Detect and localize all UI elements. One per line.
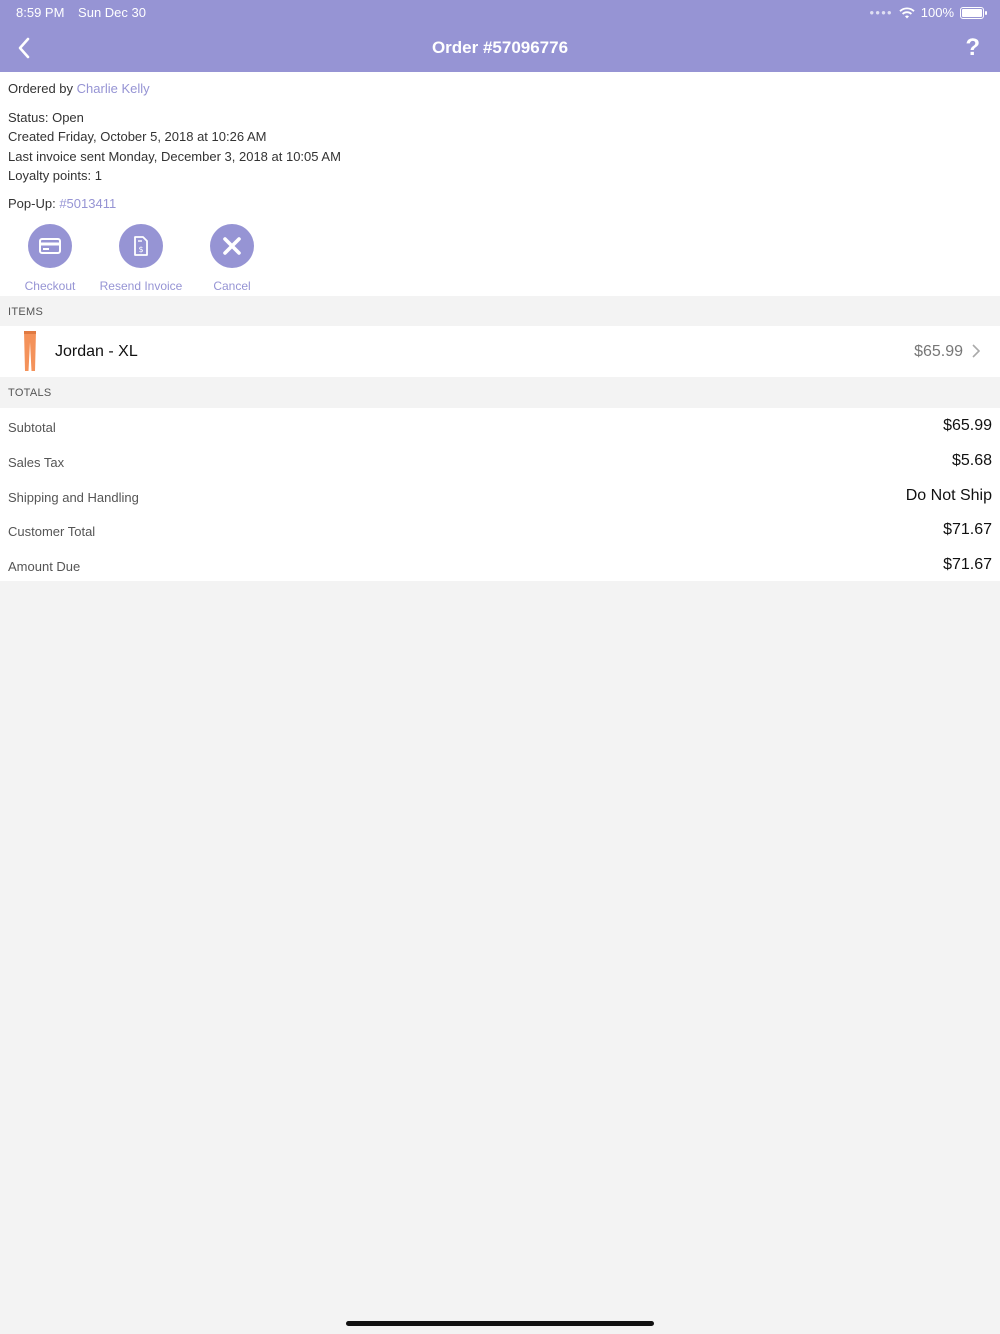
leggings-thumbnail [24, 331, 36, 371]
cancel-button[interactable]: Cancel [182, 224, 282, 293]
checkout-label: Checkout [24, 279, 76, 293]
chevron-right-icon [972, 344, 980, 358]
items-section-header: ITEMS [0, 296, 1000, 326]
popup-label: Pop-Up: [8, 196, 60, 211]
resend-invoice-label: Resend Invoice [99, 279, 183, 293]
wifi-icon [899, 6, 915, 18]
total-row-shipping: Shipping and Handling Do Not Ship [0, 478, 1000, 512]
close-icon [210, 224, 254, 268]
cancel-label: Cancel [213, 279, 251, 293]
loyalty-points: Loyalty points: 1 [8, 168, 102, 183]
totals-list: Subtotal $65.99 Sales Tax $5.68 Shipping… [0, 408, 1000, 581]
last-invoice: Last invoice sent Monday, December 3, 20… [8, 149, 341, 164]
total-row-sales-tax: Sales Tax $5.68 [0, 443, 1000, 477]
total-value: $71.67 [943, 521, 992, 538]
nav-bar: 8:59 PM Sun Dec 30 ●●●● 100% Order #5709… [0, 0, 1000, 72]
total-value: $65.99 [943, 417, 992, 434]
item-name: Jordan - XL [55, 343, 138, 360]
order-actions: Checkout $ Resend Invoice Cancel [0, 224, 300, 294]
help-button[interactable]: ? [965, 34, 980, 62]
order-info: Ordered by Charlie Kelly Status: Open Cr… [0, 72, 1000, 296]
resend-invoice-button[interactable]: $ Resend Invoice [91, 224, 191, 293]
battery-percent: 100% [920, 5, 954, 20]
items-header-label: ITEMS [8, 306, 44, 318]
order-status: Status: Open [8, 110, 84, 125]
credit-card-icon [28, 224, 72, 268]
total-value: $5.68 [951, 452, 992, 469]
home-indicator[interactable] [346, 1321, 654, 1326]
ordered-by: Ordered by Charlie Kelly [8, 81, 150, 96]
popup-link[interactable]: #5013411 [59, 196, 116, 211]
customer-link[interactable]: Charlie Kelly [77, 81, 150, 96]
page-title: Order #57096776 [431, 38, 569, 57]
total-row-subtotal: Subtotal $65.99 [0, 408, 1000, 442]
total-label: Shipping and Handling [8, 490, 139, 505]
svg-text:$: $ [138, 245, 143, 254]
total-row-customer-total: Customer Total $71.67 [0, 512, 1000, 546]
totals-section-header: TOTALS [0, 377, 1000, 407]
status-date: Sun Dec 30 [78, 5, 146, 20]
item-price: $65.99 [914, 343, 963, 360]
item-row[interactable]: Jordan - XL $65.99 [0, 326, 1000, 377]
total-label: Amount Due [8, 559, 81, 574]
order-created: Created Friday, October 5, 2018 at 10:26… [8, 129, 267, 144]
totals-header-label: TOTALS [8, 387, 52, 399]
invoice-icon: $ [119, 224, 163, 268]
signal-icon: ●●●● [869, 8, 893, 17]
total-row-amount-due: Amount Due $71.67 [0, 547, 1000, 581]
total-value: $71.67 [943, 556, 992, 573]
total-label: Subtotal [8, 420, 56, 435]
status-bar-left: 8:59 PM Sun Dec 30 [16, 5, 146, 20]
checkout-button[interactable]: Checkout [0, 224, 100, 293]
total-label: Sales Tax [8, 455, 65, 470]
total-value: Do Not Ship [905, 487, 992, 504]
popup: Pop-Up: #5013411 [8, 196, 116, 211]
ordered-by-label: Ordered by [8, 81, 77, 96]
status-bar-right: ●●●● 100% [869, 5, 987, 20]
status-time: 8:59 PM [16, 5, 65, 20]
total-label: Customer Total [8, 524, 96, 539]
battery-icon [960, 6, 987, 19]
